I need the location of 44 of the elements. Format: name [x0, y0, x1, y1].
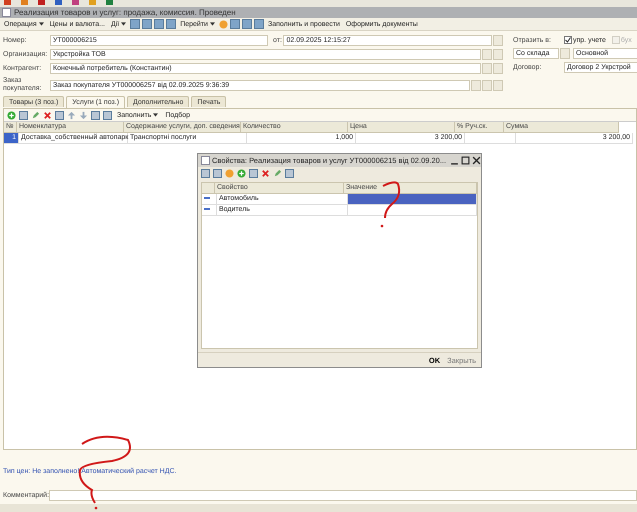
add-icon[interactable] — [237, 168, 246, 178]
toolbar-icon[interactable] — [130, 19, 140, 29]
clear-button[interactable] — [482, 80, 492, 90]
choose-button[interactable] — [471, 80, 481, 90]
toolbar-icon[interactable] — [213, 168, 222, 178]
toolbar-icon[interactable] — [254, 19, 264, 29]
toolbar-icon[interactable] — [55, 110, 64, 120]
caret-icon — [153, 112, 158, 117]
table-cell — [465, 133, 516, 144]
up-arrow-icon[interactable] — [67, 110, 76, 120]
document-icon — [2, 8, 11, 17]
choose-button[interactable] — [560, 48, 570, 59]
toolbar-icon[interactable] — [154, 19, 164, 29]
property-icon — [204, 208, 210, 210]
window-title: Реализация товаров и услуг: продажа, комиссия. Проведен — [14, 8, 236, 17]
search-button[interactable] — [493, 49, 503, 60]
question-mark-drawing — [380, 181, 400, 228]
delete-icon[interactable] — [43, 110, 52, 120]
toolbar-icon[interactable] — [166, 19, 176, 29]
caret-icon — [210, 22, 215, 26]
delete-icon[interactable] — [261, 168, 270, 178]
checkbox[interactable] — [564, 36, 572, 44]
toolbar-icon[interactable] — [142, 19, 152, 29]
property-icon — [204, 197, 210, 200]
calendar-button[interactable] — [493, 35, 503, 46]
toolbar-icon[interactable] — [285, 168, 294, 178]
caret-icon — [121, 22, 126, 26]
value-cell[interactable] — [348, 194, 477, 205]
toolbar-icon[interactable] — [242, 19, 252, 29]
down-arrow-icon[interactable] — [79, 110, 88, 120]
choose-button[interactable] — [482, 49, 492, 60]
toolbar-icon[interactable] — [230, 19, 240, 29]
choose-button[interactable] — [482, 63, 492, 74]
comment-field[interactable] — [49, 490, 637, 501]
search-button[interactable] — [493, 80, 503, 90]
help-icon[interactable] — [218, 20, 228, 28]
dialog-icon — [201, 156, 210, 165]
maximize-icon[interactable] — [461, 156, 470, 165]
value-cell[interactable] — [348, 205, 477, 216]
caret-icon — [38, 22, 44, 26]
add-icon[interactable] — [7, 110, 16, 120]
help-icon[interactable] — [225, 168, 234, 178]
search-button[interactable] — [493, 63, 503, 74]
close-icon[interactable] — [472, 156, 481, 165]
